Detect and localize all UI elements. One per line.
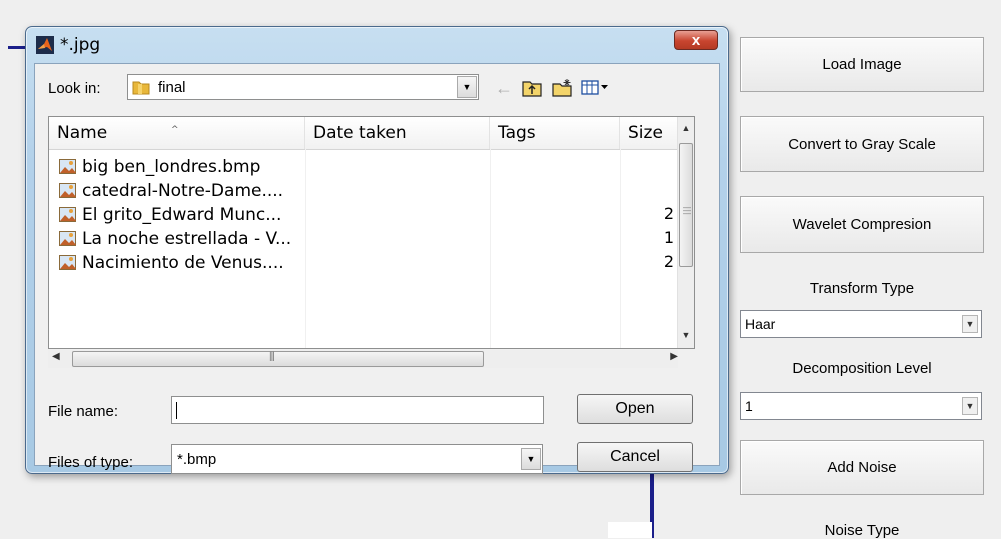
decomposition-level-value: 1 bbox=[745, 398, 753, 414]
image-file-icon bbox=[59, 183, 76, 198]
horizontal-scrollbar[interactable]: ◀ ||| ▶ bbox=[48, 350, 678, 368]
image-file-icon bbox=[59, 231, 76, 246]
scroll-up-icon[interactable]: ▲ bbox=[678, 123, 694, 133]
chevron-down-icon[interactable]: ▼ bbox=[962, 315, 978, 333]
transform-type-select[interactable]: Haar ▼ bbox=[740, 310, 982, 338]
decomposition-level-label: Decomposition Level bbox=[792, 360, 932, 377]
column-tags-label: Tags bbox=[498, 123, 536, 143]
wavelet-label: Wavelet Compresion bbox=[792, 216, 932, 233]
chevron-down-icon[interactable]: ▼ bbox=[521, 448, 541, 470]
cancel-label: Cancel bbox=[610, 448, 660, 465]
matlab-icon bbox=[36, 36, 54, 54]
noise-type-label: Noise Type bbox=[824, 522, 900, 539]
image-file-icon bbox=[59, 207, 76, 222]
list-item[interactable]: catedral-Notre-Dame.... bbox=[49, 179, 299, 203]
add-noise-label: Add Noise bbox=[827, 459, 897, 476]
open-label: Open bbox=[615, 400, 655, 417]
text-caret bbox=[176, 402, 177, 419]
file-name: Nacimiento de Venus.... bbox=[82, 253, 284, 273]
look-in-label: Look in: bbox=[48, 80, 101, 97]
add-noise-button[interactable]: Add Noise bbox=[740, 440, 984, 495]
sort-ascending-icon: ^ bbox=[171, 125, 179, 135]
files-of-type-select[interactable]: *.bmp ▼ bbox=[171, 444, 543, 474]
transform-type-label: Transform Type bbox=[809, 280, 915, 297]
column-header-date-taken[interactable]: Date taken bbox=[305, 117, 490, 149]
file-name: catedral-Notre-Dame.... bbox=[82, 181, 284, 201]
view-menu-icon[interactable] bbox=[580, 78, 610, 98]
list-item[interactable]: Nacimiento de Venus.... bbox=[49, 251, 299, 275]
file-name-label: File name: bbox=[48, 403, 119, 420]
scroll-down-icon[interactable]: ▼ bbox=[678, 330, 694, 340]
load-image-label: Load Image bbox=[822, 56, 902, 73]
scroll-grip-icon: ||| bbox=[269, 351, 275, 362]
file-name: La noche estrellada - V... bbox=[82, 229, 292, 249]
list-item[interactable]: El grito_Edward Munc... bbox=[49, 203, 299, 227]
dialog-title: *.jpg bbox=[60, 35, 101, 55]
files-of-type-value: *.bmp bbox=[177, 451, 217, 468]
close-button[interactable]: x bbox=[674, 30, 718, 50]
file-size-fragment: 1 bbox=[663, 228, 674, 247]
list-item[interactable]: La noche estrellada - V... bbox=[49, 227, 299, 251]
scroll-right-icon[interactable]: ▶ bbox=[670, 351, 678, 362]
column-header-size[interactable]: Size bbox=[620, 117, 680, 149]
dialog-client: Look in: final ▼ ← Name ^ Date taken Tag… bbox=[34, 63, 720, 474]
file-name-input[interactable] bbox=[171, 396, 544, 424]
wavelet-compression-button[interactable]: Wavelet Compresion bbox=[740, 196, 984, 253]
vertical-scrollbar[interactable]: ▲ — — — ▼ bbox=[677, 117, 694, 348]
background-plot-area bbox=[608, 522, 652, 538]
column-size-label: Size bbox=[628, 123, 663, 143]
file-size-fragment: 2 bbox=[663, 204, 674, 223]
convert-gray-button[interactable]: Convert to Gray Scale bbox=[740, 116, 984, 172]
file-list-header: Name ^ Date taken Tags Size bbox=[49, 117, 677, 150]
file-open-dialog: *.jpg x Look in: final ▼ ← Name ^ Date t… bbox=[25, 26, 729, 474]
files-of-type-label: Files of type: bbox=[48, 454, 134, 471]
image-file-icon bbox=[59, 159, 76, 174]
file-size-fragment: 2 bbox=[663, 252, 674, 271]
chevron-down-icon[interactable]: ▼ bbox=[962, 397, 978, 415]
transform-type-value: Haar bbox=[745, 316, 776, 332]
look-in-value: final bbox=[158, 79, 186, 96]
chevron-down-icon[interactable]: ▼ bbox=[457, 76, 477, 98]
vertical-scroll-thumb[interactable]: — — — bbox=[679, 143, 693, 267]
look-in-combo[interactable]: final ▼ bbox=[127, 74, 479, 100]
file-name: big ben_londres.bmp bbox=[82, 157, 261, 177]
column-header-tags[interactable]: Tags bbox=[490, 117, 620, 149]
scroll-left-icon[interactable]: ◀ bbox=[52, 351, 60, 362]
cancel-button[interactable]: Cancel bbox=[577, 442, 693, 472]
convert-gray-label: Convert to Gray Scale bbox=[788, 135, 936, 153]
image-file-icon bbox=[59, 255, 76, 270]
file-list[interactable]: Name ^ Date taken Tags Size big ben_londr… bbox=[48, 116, 695, 349]
folder-icon bbox=[132, 81, 150, 95]
back-arrow-icon[interactable]: ← bbox=[493, 78, 515, 98]
horizontal-scroll-thumb[interactable]: ||| bbox=[72, 351, 484, 367]
close-icon: x bbox=[691, 31, 701, 49]
column-name-label: Name bbox=[57, 123, 108, 143]
decomposition-level-select[interactable]: 1 ▼ bbox=[740, 392, 982, 420]
new-folder-icon[interactable] bbox=[551, 78, 573, 98]
dialog-titlebar[interactable]: *.jpg x bbox=[26, 27, 728, 61]
load-image-button[interactable]: Load Image bbox=[740, 37, 984, 92]
column-header-name[interactable]: Name ^ bbox=[49, 117, 305, 149]
file-name: El grito_Edward Munc... bbox=[82, 205, 282, 225]
up-folder-icon[interactable] bbox=[521, 78, 543, 98]
background-axes-tick bbox=[8, 46, 26, 49]
column-date-label: Date taken bbox=[313, 123, 407, 143]
scroll-grip-icon: — — — bbox=[683, 203, 691, 218]
open-button[interactable]: Open bbox=[577, 394, 693, 424]
list-item[interactable]: big ben_londres.bmp bbox=[49, 155, 299, 179]
